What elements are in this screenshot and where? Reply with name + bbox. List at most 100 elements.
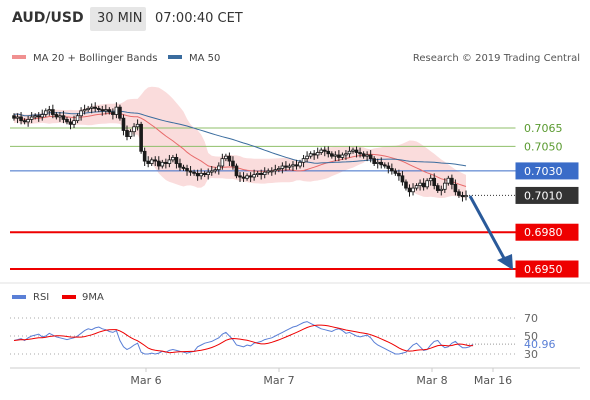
candle-up [252,174,256,178]
candle-down [400,175,405,183]
legend-ma20-swatch [12,55,26,59]
candle-down [453,183,458,193]
candle-up [206,171,211,175]
candle-up [255,172,260,175]
candle-up [160,161,165,167]
rsi-9ma-line [13,324,474,354]
legend-9ma-swatch [62,295,76,299]
candle-up [301,158,306,163]
source-label: Research © 2019 Trading Central [413,53,580,64]
candle-up [26,119,30,123]
candle-down [393,170,398,174]
candle-down [156,160,161,167]
candle-up [220,158,225,167]
candle-up [58,115,62,118]
candle-up [79,110,83,117]
candle-up [72,120,76,125]
candle-down [227,155,232,162]
x-tick-label: Mar 6 [130,374,161,387]
candle-down [231,160,235,167]
candle-up [351,149,355,152]
candle-up [446,177,451,184]
candle-up [315,152,320,156]
rsi-level-label: 70 [524,312,538,325]
candle-up [262,171,267,175]
candle-down [118,106,122,119]
candle-up [273,169,278,172]
candle-up [75,115,80,122]
candle-up [340,154,345,158]
candle-up [418,182,422,187]
candle-up [425,180,429,188]
candle-down [164,161,168,164]
candle-up [40,114,45,118]
candle-down [386,165,391,169]
candle-down [192,171,196,174]
candle-up [347,150,352,155]
candle-up [245,175,249,179]
price-labels: 0.7065 0.7050 0.7030 0.7010 0.6980 0.6950 [515,119,579,278]
candle-up [114,106,119,115]
candle-up [443,182,447,190]
candle-down [326,150,331,155]
candle-down [54,114,59,118]
candle-up [305,155,309,160]
candle-down [435,185,440,191]
candle-up [171,157,175,161]
candle-down [93,106,98,109]
rsi-line [13,321,474,355]
candle-down [178,163,182,168]
candle-up [104,109,108,112]
price-label: 0.7010 [524,189,563,202]
candle-down [107,109,112,113]
legend-ma50-label: MA 50 [189,53,220,64]
price-label: 0.7050 [524,140,563,153]
legend-ma20-label: MA 20 + Bollinger Bands [33,53,157,64]
candle-up [135,123,140,128]
candle-down [202,172,207,175]
candle-down [241,176,246,179]
candle-down [372,158,376,164]
candle-up [47,109,52,112]
candle-up [167,159,172,164]
candle-up [269,170,274,173]
candle-up [291,164,295,167]
candle-up [29,116,34,120]
candle-down [354,149,359,153]
candle-down [185,168,189,172]
candle-up [89,106,94,109]
price-chart: MA 20 + Bollinger Bands MA 50 Research ©… [0,53,590,387]
price-label: 0.7065 [524,122,563,135]
candle-down [125,130,129,137]
candle-down [96,107,101,111]
x-tick-label: Mar 16 [474,374,512,387]
candle-down [65,119,69,123]
candle-up [365,154,369,157]
candle-down [248,175,253,178]
candle-up [464,195,468,198]
candle-down [153,159,158,162]
candle-down [361,153,366,157]
x-tick-label: Mar 7 [263,374,294,387]
candle-down [358,152,362,155]
candle-down [51,109,55,115]
candle-down [330,153,334,157]
candle-up [439,188,444,191]
candle-down [450,177,454,185]
candle-down [181,166,186,169]
candle-up [82,109,87,112]
price-label: 0.6980 [524,226,563,239]
legend-ma50-swatch [168,55,182,59]
candle-up [213,169,218,172]
candle-down [337,154,341,158]
legend-9ma-label: 9MA [82,292,104,303]
candle-down [284,165,288,168]
candle-down [22,120,27,123]
candle-up [128,131,133,137]
candle-down [234,165,239,177]
candle-down [111,111,115,115]
candle-down [379,161,384,166]
candle-down [146,160,150,164]
candle-down [390,168,394,172]
candle-down [457,191,461,196]
